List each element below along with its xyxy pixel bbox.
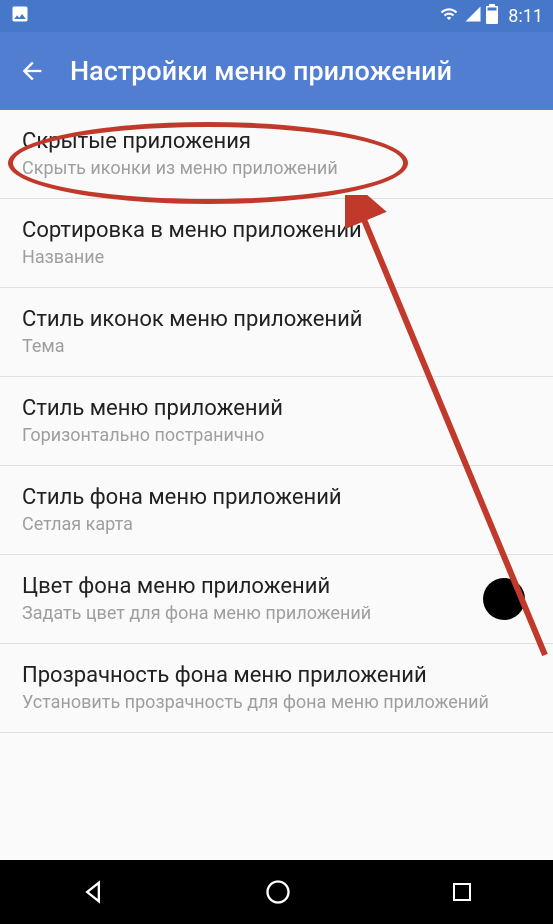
setting-hidden-apps[interactable]: Скрытые приложения Скрыть иконки из меню… <box>0 110 553 199</box>
circle-home-icon <box>264 878 292 906</box>
image-icon <box>10 4 30 28</box>
setting-subtitle: Тема <box>22 336 531 357</box>
setting-bg-style[interactable]: Стиль фона меню приложений Сетлая карта <box>0 466 553 555</box>
setting-subtitle: Задать цвет для фона меню приложений <box>22 603 531 624</box>
setting-title: Прозрачность фона меню приложений <box>22 663 531 688</box>
setting-subtitle: Горизонтально постранично <box>22 425 531 446</box>
setting-title: Цвет фона меню приложений <box>22 574 531 599</box>
setting-subtitle: Сетлая карта <box>22 514 531 535</box>
signal-icon <box>464 5 482 27</box>
setting-subtitle: Скрыть иконки из меню приложений <box>22 158 531 179</box>
square-recent-icon <box>450 880 474 904</box>
app-title: Настройки меню приложений <box>70 55 452 87</box>
nav-home-button[interactable] <box>264 878 292 906</box>
battery-icon <box>486 4 498 28</box>
setting-title: Стиль иконок меню приложений <box>22 307 531 332</box>
setting-title: Скрытые приложения <box>22 129 531 154</box>
setting-icon-style[interactable]: Стиль иконок меню приложений Тема <box>0 288 553 377</box>
app-bar: Настройки меню приложений <box>0 32 553 110</box>
nav-back-button[interactable] <box>79 878 107 906</box>
arrow-back-icon <box>18 57 46 85</box>
nav-recent-button[interactable] <box>450 880 474 904</box>
settings-list: Скрытые приложения Скрыть иконки из меню… <box>0 110 553 733</box>
setting-bg-color[interactable]: Цвет фона меню приложений Задать цвет дл… <box>0 555 553 644</box>
setting-sort[interactable]: Сортировка в меню приложений Название <box>0 199 553 288</box>
setting-menu-style[interactable]: Стиль меню приложений Горизонтально пост… <box>0 377 553 466</box>
nav-bar <box>0 860 553 924</box>
setting-subtitle: Название <box>22 247 531 268</box>
setting-subtitle: Установить прозрачность для фона меню пр… <box>22 692 531 713</box>
status-bar: 8:11 <box>0 0 553 32</box>
status-time: 8:11 <box>508 6 543 27</box>
setting-bg-transparency[interactable]: Прозрачность фона меню приложений Устано… <box>0 644 553 733</box>
wifi-icon <box>438 5 460 27</box>
setting-title: Стиль фона меню приложений <box>22 485 531 510</box>
color-swatch <box>483 578 525 620</box>
back-button[interactable] <box>18 57 46 85</box>
setting-title: Сортировка в меню приложений <box>22 218 531 243</box>
setting-title: Стиль меню приложений <box>22 396 531 421</box>
triangle-back-icon <box>79 878 107 906</box>
